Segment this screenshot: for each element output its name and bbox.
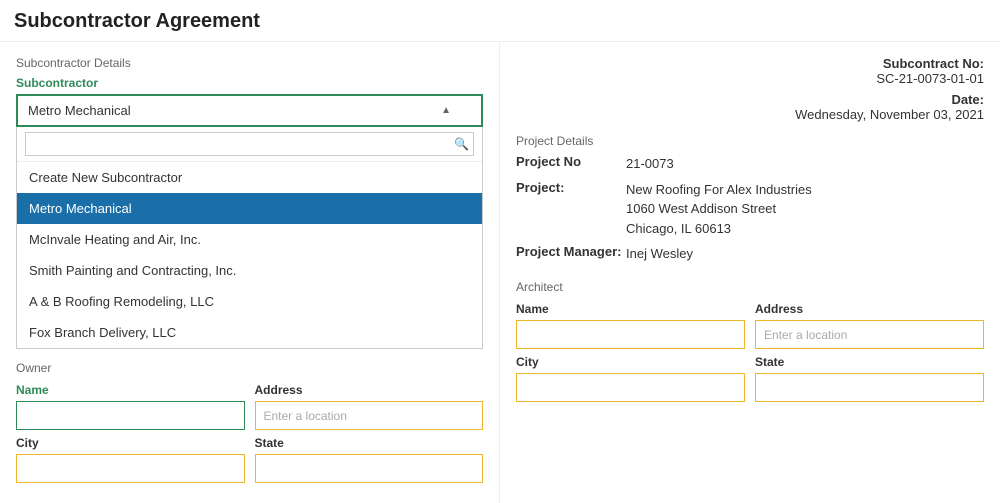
dropdown-item-metro[interactable]: Metro Mechanical [17, 193, 482, 224]
owner-section: Owner Name Address City State [16, 357, 483, 483]
architect-address-group: Address [755, 302, 984, 349]
architect-city-group: City [516, 355, 745, 402]
owner-city-input[interactable] [16, 454, 245, 483]
owner-name-input[interactable] [16, 401, 245, 430]
project-value: New Roofing For Alex Industries 1060 Wes… [626, 180, 984, 239]
dropdown-selected-value[interactable]: Metro Mechanical ▲ [16, 94, 483, 127]
dropdown-item-create[interactable]: Create New Subcontractor [17, 162, 482, 193]
owner-state-label: State [255, 436, 484, 450]
owner-name-label: Name [16, 383, 245, 397]
architect-name-address-row: Name Address [516, 302, 984, 349]
date-label: Date: [951, 92, 984, 107]
page-title: Subcontractor Agreement [0, 0, 1000, 42]
architect-name-group: Name [516, 302, 745, 349]
owner-state-input[interactable] [255, 454, 484, 483]
project-no-label: Project No [516, 154, 626, 174]
chevron-up-icon: ▲ [441, 105, 451, 116]
owner-city-group: City [16, 436, 245, 483]
dropdown-search-row: 🔍 [17, 127, 482, 162]
dropdown-search-input[interactable] [25, 132, 474, 156]
architect-city-label: City [516, 355, 745, 369]
dropdown-menu: 🔍 Create New Subcontractor Metro Mechani… [16, 127, 483, 349]
project-details-label: Project Details [516, 134, 984, 148]
architect-city-state-row: City State [516, 355, 984, 402]
subcontract-info: Subcontract No: SC-21-0073-01-01 Date: W… [516, 56, 984, 122]
owner-city-label: City [16, 436, 245, 450]
owner-address-label: Address [255, 383, 484, 397]
architect-label: Architect [516, 276, 984, 294]
architect-state-label: State [755, 355, 984, 369]
search-icon: 🔍 [454, 137, 469, 151]
owner-label: Owner [16, 357, 483, 375]
owner-address-group: Address [255, 383, 484, 430]
date-value: Wednesday, November 03, 2021 [795, 107, 984, 122]
architect-address-input[interactable] [755, 320, 984, 349]
project-manager-value: Inej Wesley [626, 244, 984, 264]
project-label: Project: [516, 180, 626, 239]
owner-address-input[interactable] [255, 401, 484, 430]
owner-city-state-row: City State [16, 436, 483, 483]
subcontract-no-value: SC-21-0073-01-01 [876, 71, 984, 86]
dropdown-item-smith[interactable]: Smith Painting and Contracting, Inc. [17, 255, 482, 286]
architect-name-label: Name [516, 302, 745, 316]
owner-name-group: Name [16, 383, 245, 430]
architect-name-input[interactable] [516, 320, 745, 349]
project-details-section: Project Details Project No 21-0073 Proje… [516, 134, 984, 264]
dropdown-item-mcinvale[interactable]: McInvale Heating and Air, Inc. [17, 224, 482, 255]
owner-state-group: State [255, 436, 484, 483]
dropdown-item-ab[interactable]: A & B Roofing Remodeling, LLC [17, 286, 482, 317]
architect-state-input[interactable] [755, 373, 984, 402]
dropdown-item-fox[interactable]: Fox Branch Delivery, LLC [17, 317, 482, 348]
left-panel: Subcontractor Details Subcontractor Metr… [0, 42, 500, 503]
project-grid: Project No 21-0073 Project: New Roofing … [516, 154, 984, 264]
owner-name-address-row: Name Address [16, 383, 483, 430]
project-manager-label: Project Manager: [516, 244, 626, 264]
subcontractor-section-label: Subcontractor Details [16, 56, 483, 70]
architect-address-label: Address [755, 302, 984, 316]
architect-state-group: State [755, 355, 984, 402]
right-panel: Subcontract No: SC-21-0073-01-01 Date: W… [500, 42, 1000, 503]
subcontractor-dropdown[interactable]: Metro Mechanical ▲ 🔍 Create New Subcontr… [16, 94, 483, 349]
architect-city-input[interactable] [516, 373, 745, 402]
architect-section: Architect Name Address City State [516, 276, 984, 402]
subcontractor-field-label: Subcontractor [16, 76, 483, 90]
project-no-value: 21-0073 [626, 154, 984, 174]
subcontract-no-label: Subcontract No: [883, 56, 984, 71]
